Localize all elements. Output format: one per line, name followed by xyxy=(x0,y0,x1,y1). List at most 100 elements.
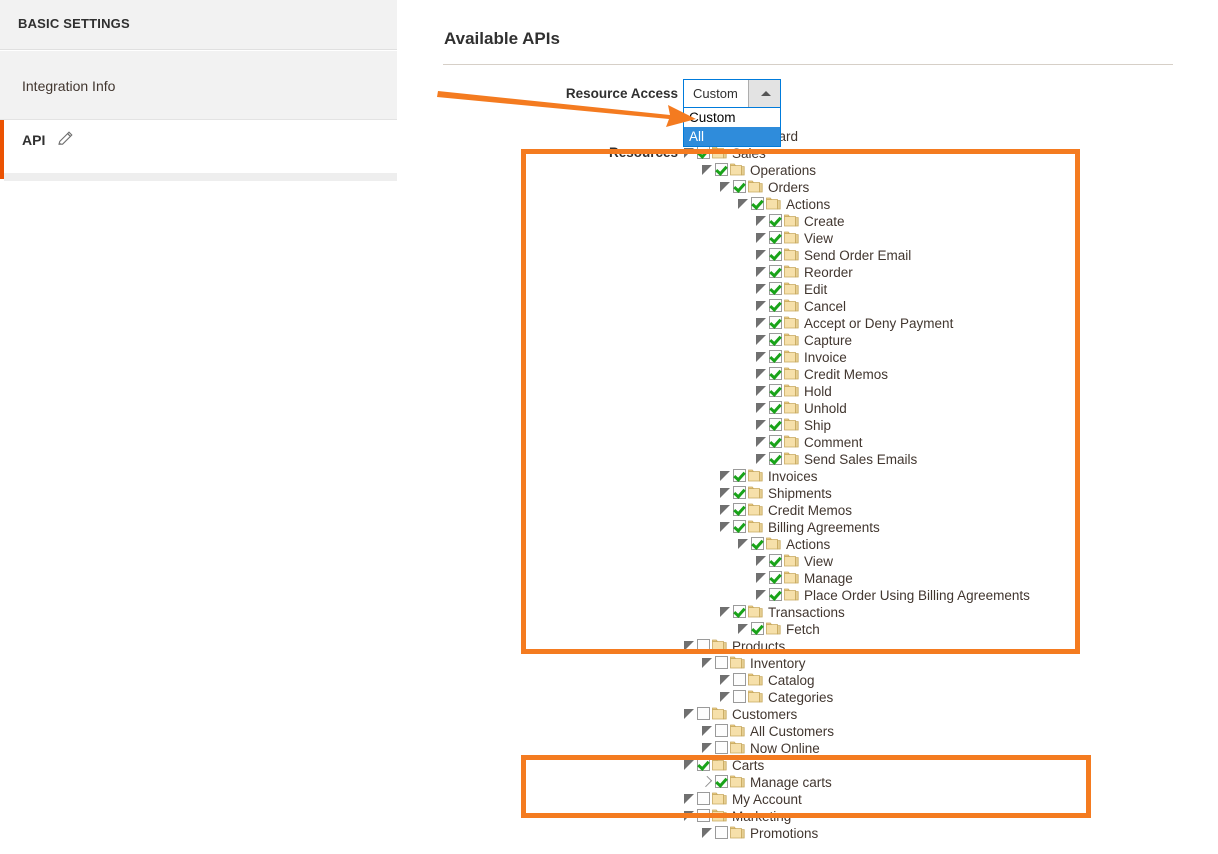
tree-node-checkbox[interactable] xyxy=(715,655,728,669)
tree-node-checkbox[interactable] xyxy=(697,757,710,771)
tree-node-checkbox[interactable] xyxy=(769,315,782,329)
tree-expand-expanded-icon[interactable] xyxy=(683,810,694,821)
tree-node[interactable]: Inventory xyxy=(683,655,1203,672)
tree-expand-expanded-icon[interactable] xyxy=(719,504,730,515)
tree-expand-expanded-icon[interactable] xyxy=(737,538,748,549)
tree-expand-expanded-icon[interactable] xyxy=(719,470,730,481)
tree-expand-expanded-icon[interactable] xyxy=(683,759,694,770)
tree-node[interactable]: Credit Memos xyxy=(683,366,1203,383)
tree-node-checkbox[interactable] xyxy=(733,672,746,686)
tree-node-checkbox[interactable] xyxy=(751,196,764,210)
tree-expand-expanded-icon[interactable] xyxy=(755,266,766,277)
tree-expand-expanded-icon[interactable] xyxy=(755,453,766,464)
tree-node[interactable]: Promotions xyxy=(683,825,1203,842)
tree-node[interactable]: Marketing xyxy=(683,808,1203,825)
tree-node-checkbox[interactable] xyxy=(769,298,782,312)
tree-node-checkbox[interactable] xyxy=(769,247,782,261)
tree-node[interactable]: Actions xyxy=(683,536,1203,553)
tree-expand-expanded-icon[interactable] xyxy=(755,215,766,226)
tree-node[interactable]: Comment xyxy=(683,434,1203,451)
tree-expand-expanded-icon[interactable] xyxy=(755,419,766,430)
tree-node-checkbox[interactable] xyxy=(769,400,782,414)
tree-node[interactable]: Shipments xyxy=(683,485,1203,502)
tree-node[interactable]: Reorder xyxy=(683,264,1203,281)
resource-access-select[interactable]: Custom xyxy=(683,79,781,108)
tree-node-checkbox[interactable] xyxy=(733,689,746,703)
tree-expand-expanded-icon[interactable] xyxy=(755,334,766,345)
tree-node-checkbox[interactable] xyxy=(769,570,782,584)
tree-expand-expanded-icon[interactable] xyxy=(755,589,766,600)
tree-node[interactable]: View xyxy=(683,230,1203,247)
tree-node[interactable]: Place Order Using Billing Agreements xyxy=(683,587,1203,604)
tree-node-checkbox[interactable] xyxy=(769,587,782,601)
tree-expand-expanded-icon[interactable] xyxy=(683,793,694,804)
tree-node[interactable]: Transactions xyxy=(683,604,1203,621)
sidebar-item-integration-info[interactable]: Integration Info xyxy=(0,51,397,120)
tree-expand-expanded-icon[interactable] xyxy=(755,317,766,328)
tree-node-checkbox[interactable] xyxy=(769,553,782,567)
tree-node-checkbox[interactable] xyxy=(769,230,782,244)
tree-expand-expanded-icon[interactable] xyxy=(755,385,766,396)
tree-expand-expanded-icon[interactable] xyxy=(755,300,766,311)
tree-expand-expanded-icon[interactable] xyxy=(719,487,730,498)
tree-node[interactable]: Orders xyxy=(683,179,1203,196)
tree-node[interactable]: All Customers xyxy=(683,723,1203,740)
resource-access-select-option-custom[interactable]: Custom xyxy=(684,108,780,127)
tree-node-checkbox[interactable] xyxy=(769,451,782,465)
tree-expand-expanded-icon[interactable] xyxy=(719,691,730,702)
tree-expand-expanded-icon[interactable] xyxy=(719,606,730,617)
tree-node[interactable]: Capture xyxy=(683,332,1203,349)
tree-node-checkbox[interactable] xyxy=(733,468,746,482)
tree-expand-expanded-icon[interactable] xyxy=(701,742,712,753)
tree-expand-expanded-icon[interactable] xyxy=(737,198,748,209)
tree-expand-expanded-icon[interactable] xyxy=(755,351,766,362)
tree-node-checkbox[interactable] xyxy=(715,740,728,754)
tree-node-checkbox[interactable] xyxy=(769,434,782,448)
tree-node[interactable]: Carts xyxy=(683,757,1203,774)
tree-node[interactable]: Customers xyxy=(683,706,1203,723)
tree-node[interactable]: Fetch xyxy=(683,621,1203,638)
tree-node-checkbox[interactable] xyxy=(769,417,782,431)
tree-node[interactable]: Manage carts xyxy=(683,774,1203,791)
tree-expand-collapsed-icon[interactable] xyxy=(700,775,713,788)
tree-node-checkbox[interactable] xyxy=(715,162,728,176)
tree-node[interactable]: Accept or Deny Payment xyxy=(683,315,1203,332)
tree-node-checkbox[interactable] xyxy=(697,145,710,159)
tree-node-checkbox[interactable] xyxy=(769,366,782,380)
tree-node[interactable]: Edit xyxy=(683,281,1203,298)
tree-expand-expanded-icon[interactable] xyxy=(755,232,766,243)
tree-node[interactable]: Sales xyxy=(683,145,1203,162)
tree-node[interactable]: Ship xyxy=(683,417,1203,434)
tree-node[interactable]: Now Online xyxy=(683,740,1203,757)
tree-node[interactable]: Products xyxy=(683,638,1203,655)
tree-expand-expanded-icon[interactable] xyxy=(683,147,694,158)
tree-node-checkbox[interactable] xyxy=(769,383,782,397)
tree-node[interactable]: Cancel xyxy=(683,298,1203,315)
tree-expand-expanded-icon[interactable] xyxy=(701,725,712,736)
resource-access-select-toggle[interactable] xyxy=(748,80,780,107)
tree-node[interactable]: Invoice xyxy=(683,349,1203,366)
tree-expand-expanded-icon[interactable] xyxy=(701,657,712,668)
tree-node-checkbox[interactable] xyxy=(769,264,782,278)
tree-node-checkbox[interactable] xyxy=(733,179,746,193)
tree-node-checkbox[interactable] xyxy=(733,519,746,533)
tree-expand-expanded-icon[interactable] xyxy=(701,827,712,838)
tree-node[interactable]: Unhold xyxy=(683,400,1203,417)
tree-node-checkbox[interactable] xyxy=(697,791,710,805)
tree-node-checkbox[interactable] xyxy=(769,281,782,295)
tree-node[interactable]: View xyxy=(683,553,1203,570)
tree-node-checkbox[interactable] xyxy=(733,485,746,499)
tree-node[interactable]: Operations xyxy=(683,162,1203,179)
tree-expand-expanded-icon[interactable] xyxy=(755,555,766,566)
tree-node[interactable]: Send Sales Emails xyxy=(683,451,1203,468)
tree-node-checkbox[interactable] xyxy=(697,808,710,822)
tree-expand-expanded-icon[interactable] xyxy=(737,623,748,634)
tree-expand-expanded-icon[interactable] xyxy=(755,249,766,260)
resource-access-select-dropdown[interactable]: Custom All xyxy=(683,108,781,147)
tree-node[interactable]: Invoices xyxy=(683,468,1203,485)
tree-node[interactable]: Credit Memos xyxy=(683,502,1203,519)
tree-node[interactable]: Catalog xyxy=(683,672,1203,689)
tree-node[interactable]: Actions xyxy=(683,196,1203,213)
tree-expand-expanded-icon[interactable] xyxy=(719,521,730,532)
tree-expand-expanded-icon[interactable] xyxy=(755,436,766,447)
